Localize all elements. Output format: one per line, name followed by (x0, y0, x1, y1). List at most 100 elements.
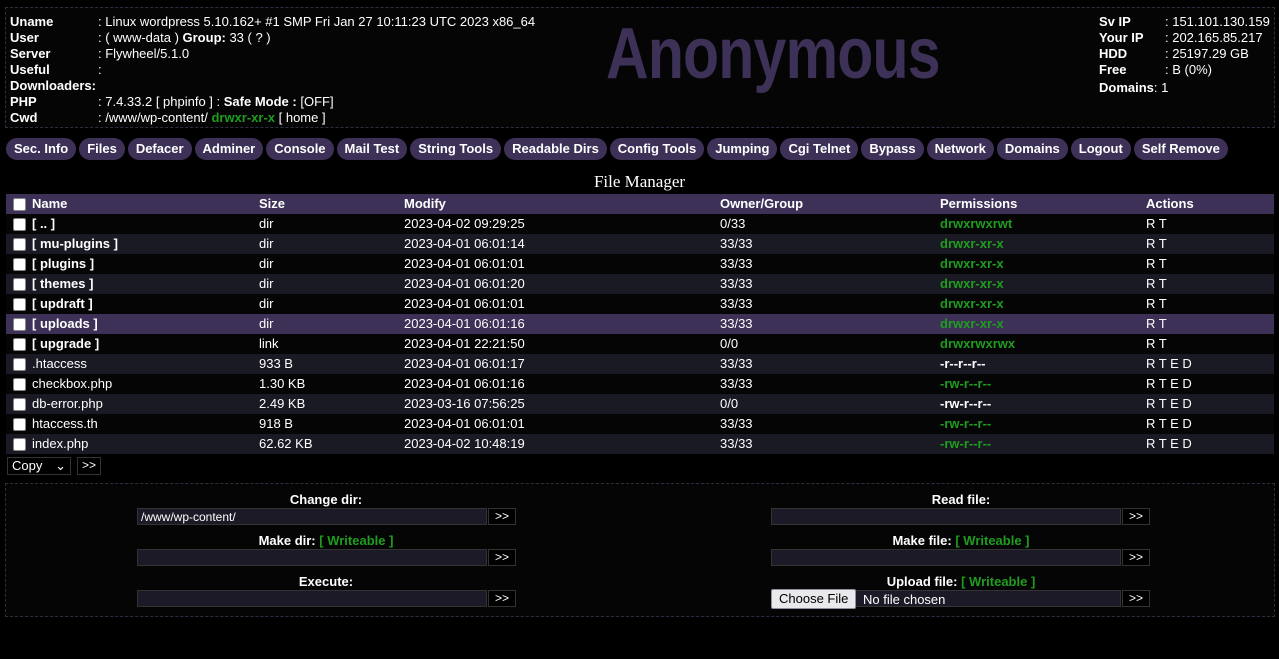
table-row[interactable]: checkbox.php 1.30 KB 2023-04-01 06:01:16 33… (6, 374, 1274, 394)
change-dir-go-button[interactable]: >> (488, 508, 516, 525)
choose-file-button[interactable]: Choose File (771, 589, 857, 609)
file-actions[interactable]: R T (1146, 274, 1266, 294)
make-file-input[interactable] (771, 549, 1121, 566)
read-file-input[interactable] (771, 508, 1121, 525)
row-checkbox[interactable] (12, 317, 26, 331)
menu-network[interactable]: Network (926, 138, 994, 160)
file-actions[interactable]: R T (1146, 334, 1266, 354)
file-permissions[interactable]: -rw-r--r-- (940, 374, 1146, 394)
file-actions[interactable]: R T E D (1146, 394, 1266, 414)
row-checkbox[interactable] (12, 357, 26, 371)
execute-input[interactable] (137, 590, 487, 607)
table-row[interactable]: [ .. ] dir 2023-04-02 09:29:25 0/33 drwxrwxr… (6, 214, 1274, 234)
table-row[interactable]: [ updraft ] dir 2023-04-01 06:01:01 33/33 dr… (6, 294, 1274, 314)
file-actions[interactable]: R T (1146, 314, 1266, 334)
file-permissions[interactable]: -rw-r--r-- (940, 414, 1146, 434)
read-file-go-button[interactable]: >> (1122, 508, 1150, 525)
menu-adminer[interactable]: Adminer (194, 138, 264, 160)
menu-bypass[interactable]: Bypass (861, 138, 924, 160)
file-permissions[interactable]: -r--r--r-- (940, 354, 1146, 374)
file-name[interactable]: htaccess.th (32, 414, 259, 434)
file-permissions[interactable]: drwxr-xr-x (940, 234, 1146, 254)
menu-files[interactable]: Files (79, 138, 125, 160)
make-dir-input[interactable] (137, 549, 487, 566)
file-name[interactable]: [ plugins ] (32, 254, 259, 274)
bulk-action-go-button[interactable]: >> (77, 457, 102, 475)
table-row[interactable]: db-error.php 2.49 KB 2023-03-16 07:56:25 0/… (6, 394, 1274, 414)
uname-label: Uname (10, 14, 54, 29)
file-name[interactable]: db-error.php (32, 394, 259, 414)
file-permissions[interactable]: -rw-r--r-- (940, 394, 1146, 414)
table-row[interactable]: [ themes ] dir 2023-04-01 06:01:20 33/33 drw… (6, 274, 1274, 294)
file-name[interactable]: [ .. ] (32, 214, 259, 234)
row-checkbox[interactable] (12, 337, 26, 351)
menu-cgi-telnet[interactable]: Cgi Telnet (780, 138, 859, 160)
home-link[interactable]: [ home ] (275, 110, 326, 126)
file-actions[interactable]: R T (1146, 254, 1266, 274)
row-checkbox[interactable] (12, 397, 26, 411)
menu-readable-dirs[interactable]: Readable Dirs (504, 138, 607, 160)
table-row[interactable]: [ plugins ] dir 2023-04-01 06:01:01 33/33 dr… (6, 254, 1274, 274)
file-name[interactable]: [ updraft ] (32, 294, 259, 314)
row-checkbox[interactable] (12, 237, 26, 251)
menu-jumping[interactable]: Jumping (707, 138, 778, 160)
row-checkbox[interactable] (12, 377, 26, 391)
file-actions[interactable]: R T (1146, 294, 1266, 314)
menu-sec-info[interactable]: Sec. Info (6, 138, 77, 160)
file-name[interactable]: index.php (32, 434, 259, 454)
read-file-label: Read file: (931, 492, 991, 507)
file-actions[interactable]: R T E D (1146, 374, 1266, 394)
php-value[interactable]: : 7.4.33.2 [ phpinfo ] : (98, 94, 224, 110)
file-actions[interactable]: R T (1146, 214, 1266, 234)
menu-console[interactable]: Console (266, 138, 334, 160)
bulk-action-select[interactable]: Copy ⌄ (7, 457, 71, 475)
file-permissions[interactable]: drwxr-xr-x (940, 254, 1146, 274)
table-row[interactable]: .htaccess 933 B 2023-04-01 06:01:17 33/33 -r… (6, 354, 1274, 374)
change-dir-input[interactable]: /www/wp-content/ (137, 508, 487, 525)
table-row[interactable]: [ uploads ] dir 2023-04-01 06:01:16 33/33 dr… (6, 314, 1274, 334)
row-checkbox[interactable] (12, 277, 26, 291)
menu-string-tools[interactable]: String Tools (410, 138, 502, 160)
select-all-checkbox[interactable] (12, 197, 26, 211)
file-name[interactable]: [ mu-plugins ] (32, 234, 259, 254)
server-label: Server (10, 46, 51, 61)
file-name[interactable]: checkbox.php (32, 374, 259, 394)
file-actions[interactable]: R T E D (1146, 414, 1266, 434)
execute-go-button[interactable]: >> (488, 590, 516, 607)
file-name[interactable]: [ themes ] (32, 274, 259, 294)
menu-self-remove[interactable]: Self Remove (1133, 138, 1228, 160)
cwd-path[interactable]: : /www/wp-content/ (98, 110, 211, 126)
row-checkbox[interactable] (12, 437, 26, 451)
file-name[interactable]: [ upgrade ] (32, 334, 259, 354)
col-size: Size (259, 196, 286, 211)
file-name[interactable]: .htaccess (32, 354, 259, 374)
table-row[interactable]: htaccess.th 918 B 2023-04-01 06:01:01 33/33… (6, 414, 1274, 434)
hdd-label: HDD (1099, 46, 1128, 61)
table-row[interactable]: [ upgrade ] link 2023-04-01 22:21:50 0/0 drw… (6, 334, 1274, 354)
file-permissions[interactable]: -rw-r--r-- (940, 434, 1146, 454)
make-dir-go-button[interactable]: >> (488, 549, 516, 566)
row-checkbox[interactable] (12, 217, 26, 231)
row-checkbox[interactable] (12, 257, 26, 271)
file-permissions[interactable]: drwxr-xr-x (940, 294, 1146, 314)
menu-config-tools[interactable]: Config Tools (609, 138, 705, 160)
file-actions[interactable]: R T (1146, 234, 1266, 254)
file-actions[interactable]: R T E D (1146, 354, 1266, 374)
table-row[interactable]: [ mu-plugins ] dir 2023-04-01 06:01:14 33/3… (6, 234, 1274, 254)
menu-logout[interactable]: Logout (1070, 138, 1131, 160)
file-permissions[interactable]: drwxr-xr-x (940, 314, 1146, 334)
file-name[interactable]: [ uploads ] (32, 314, 259, 334)
file-permissions[interactable]: drwxrwxrwx (940, 334, 1146, 354)
make-file-go-button[interactable]: >> (1122, 549, 1150, 566)
row-checkbox[interactable] (12, 417, 26, 431)
col-actions: Actions (1146, 196, 1194, 211)
file-actions[interactable]: R T E D (1146, 434, 1266, 454)
file-permissions[interactable]: drwxr-xr-x (940, 274, 1146, 294)
table-row[interactable]: index.php 62.62 KB 2023-04-02 10:48:19 33/3… (6, 434, 1274, 454)
menu-defacer[interactable]: Defacer (127, 138, 192, 160)
row-checkbox[interactable] (12, 297, 26, 311)
menu-domains[interactable]: Domains (996, 138, 1068, 160)
menu-mail-test[interactable]: Mail Test (336, 138, 408, 160)
file-permissions[interactable]: drwxrwxrwt (940, 214, 1146, 234)
upload-file-go-button[interactable]: >> (1122, 590, 1150, 607)
